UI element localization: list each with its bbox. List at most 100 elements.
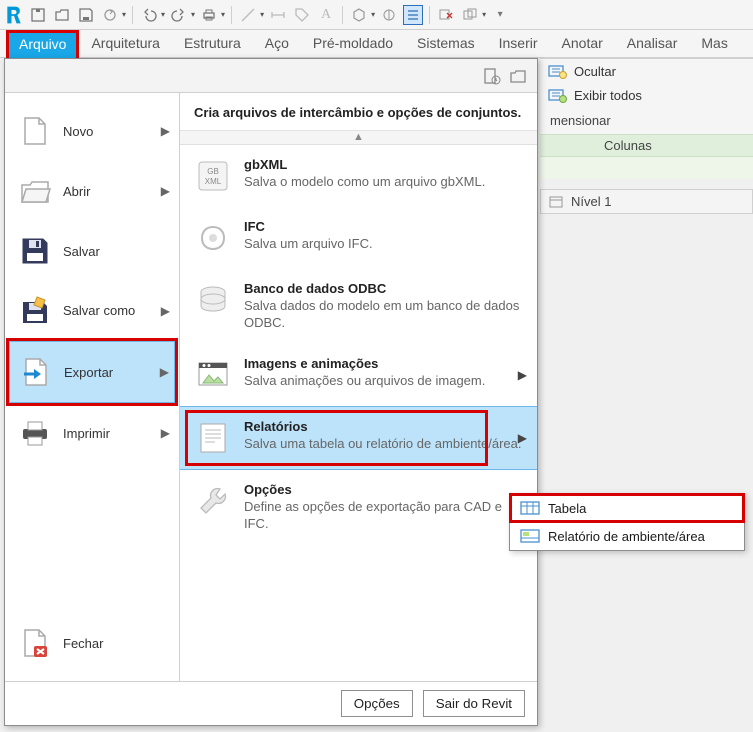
export-images[interactable]: Imagens e animaçõesSalva animações ou ar… bbox=[180, 344, 537, 406]
menu-salvar-label: Salvar bbox=[63, 244, 100, 259]
tab-premoldado[interactable]: Pré-moldado bbox=[301, 30, 405, 57]
menu-novo-label: Novo bbox=[63, 124, 93, 139]
submenu-relatorio-ambiente[interactable]: Relatório de ambiente/área bbox=[510, 522, 744, 550]
images-icon bbox=[194, 356, 232, 394]
export-options[interactable]: Opções Define as opções de exportação par… bbox=[180, 470, 537, 545]
show-all-icon bbox=[548, 87, 568, 103]
menu-imprimir[interactable]: Imprimir ▶ bbox=[9, 403, 175, 463]
3d-icon[interactable] bbox=[349, 5, 369, 25]
ifc-icon bbox=[194, 219, 232, 257]
menu-salvar-como-label: Salvar como bbox=[63, 304, 135, 319]
tab-estrutura[interactable]: Estrutura bbox=[172, 30, 253, 57]
ribbon-tabs: Arquivo Arquitetura Estrutura Aço Pré-mo… bbox=[0, 30, 753, 58]
submenu-tabela[interactable]: Tabela bbox=[510, 494, 744, 522]
switch-windows-icon[interactable] bbox=[460, 5, 480, 25]
chevron-right-icon: ▶ bbox=[160, 365, 169, 379]
level-label: Nível 1 bbox=[571, 194, 611, 209]
appmenu-right-column: Cria arquivos de intercâmbio e opções de… bbox=[180, 93, 537, 681]
print-icon[interactable] bbox=[199, 5, 219, 25]
menu-salvar-como[interactable]: Salvar como ▶ bbox=[9, 281, 175, 341]
menu-exportar-label: Exportar bbox=[64, 365, 113, 380]
menu-novo[interactable]: Novo ▶ bbox=[9, 101, 175, 161]
tab-sistemas[interactable]: Sistemas bbox=[405, 30, 487, 57]
tag-icon[interactable] bbox=[292, 5, 312, 25]
exibir-todos-button[interactable]: Exibir todos bbox=[540, 83, 753, 107]
measure-icon[interactable] bbox=[238, 5, 258, 25]
dimension-icon[interactable] bbox=[268, 5, 288, 25]
close-doc-icon bbox=[17, 625, 53, 661]
svg-text:GB: GB bbox=[207, 167, 219, 176]
recent-docs-icon[interactable] bbox=[483, 67, 501, 85]
menu-salvar[interactable]: Salvar bbox=[9, 221, 175, 281]
gbxml-desc: Salva o modelo como um arquivo gbXML. bbox=[244, 174, 485, 191]
export-header: Cria arquivos de intercâmbio e opções de… bbox=[180, 93, 537, 131]
appmenu-left-column: Novo ▶ Abrir ▶ Salvar Salvar como ▶ Expo… bbox=[5, 93, 180, 681]
ribbon-panel-right: Ocultar Exibir todos mensionar Colunas N… bbox=[540, 58, 753, 168]
tab-arquitetura[interactable]: Arquitetura bbox=[79, 30, 171, 57]
undo-icon[interactable] bbox=[139, 5, 159, 25]
thin-lines-icon[interactable] bbox=[403, 5, 423, 25]
sync-icon[interactable] bbox=[100, 5, 120, 25]
tab-analisar[interactable]: Analisar bbox=[615, 30, 690, 57]
tab-anotar[interactable]: Anotar bbox=[550, 30, 615, 57]
ocultar-label: Ocultar bbox=[574, 64, 616, 79]
scroll-up-hint[interactable]: ▲ bbox=[180, 131, 537, 145]
green-row-2 bbox=[540, 157, 753, 179]
customize-icon[interactable]: ▾ bbox=[490, 5, 510, 25]
appmenu-toolbar bbox=[5, 59, 537, 93]
redo-icon[interactable] bbox=[169, 5, 189, 25]
text-icon[interactable]: A bbox=[316, 5, 336, 25]
images-title: Imagens e animações bbox=[244, 356, 485, 371]
export-relatorios[interactable]: RelatóriosSalva uma tabela ou relatório … bbox=[180, 406, 537, 470]
report-icon bbox=[194, 419, 232, 457]
wrench-icon bbox=[194, 482, 232, 520]
level-icon bbox=[549, 195, 565, 209]
appmenu-footer: Opções Sair do Revit bbox=[5, 681, 537, 725]
ifc-title: IFC bbox=[244, 219, 373, 234]
tab-mas[interactable]: Mas bbox=[689, 30, 739, 57]
quick-access-toolbar: ▾ ▾ ▾ ▾ ▾ A ▾ ▾ ▾ bbox=[0, 0, 753, 30]
odbc-title: Banco de dados ODBC bbox=[244, 281, 523, 296]
relatorios-submenu: Tabela Relatório de ambiente/área bbox=[509, 493, 745, 551]
tab-arquivo[interactable]: Arquivo bbox=[6, 30, 79, 58]
export-icon bbox=[18, 354, 54, 390]
tab-inserir[interactable]: Inserir bbox=[487, 30, 550, 57]
colunas-row[interactable]: Colunas bbox=[540, 134, 753, 157]
tab-aco[interactable]: Aço bbox=[253, 30, 301, 57]
opcoes-button[interactable]: Opções bbox=[341, 690, 413, 717]
section-icon[interactable] bbox=[379, 5, 399, 25]
area-report-icon bbox=[520, 528, 540, 544]
ocultar-button[interactable]: Ocultar bbox=[540, 59, 753, 83]
close-window-icon[interactable] bbox=[436, 5, 456, 25]
save-icon[interactable] bbox=[76, 5, 96, 25]
open-icon[interactable] bbox=[52, 5, 72, 25]
panel-section-label: mensionar bbox=[540, 107, 753, 134]
options-title: Opções bbox=[244, 482, 523, 497]
printer-icon bbox=[17, 415, 53, 451]
menu-fechar[interactable]: Fechar bbox=[9, 613, 175, 673]
hide-icon bbox=[548, 63, 568, 79]
relatorios-desc: Salva uma tabela ou relatório de ambient… bbox=[244, 436, 522, 453]
database-icon bbox=[194, 281, 232, 319]
export-gbxml[interactable]: GBXML gbXMLSalva o modelo como um arquiv… bbox=[180, 145, 537, 207]
odbc-desc: Salva dados do modelo em um banco de dad… bbox=[244, 298, 523, 332]
save-disk-icon bbox=[17, 233, 53, 269]
open-docs-icon[interactable] bbox=[509, 67, 527, 85]
export-ifc[interactable]: IFCSalva um arquivo IFC. bbox=[180, 207, 537, 269]
export-list: GBXML gbXMLSalva o modelo como um arquiv… bbox=[180, 145, 537, 681]
chevron-right-icon: ▶ bbox=[518, 368, 527, 382]
new-icon[interactable] bbox=[28, 5, 48, 25]
chevron-right-icon: ▶ bbox=[161, 304, 170, 318]
menu-exportar[interactable]: Exportar ▶ bbox=[9, 341, 175, 403]
export-odbc[interactable]: Banco de dados ODBC Salva dados do modelo… bbox=[180, 269, 537, 344]
chevron-right-icon: ▶ bbox=[161, 124, 170, 138]
chevron-right-icon: ▶ bbox=[161, 184, 170, 198]
options-desc: Define as opções de exportação para CAD … bbox=[244, 499, 523, 533]
tabela-label: Tabela bbox=[548, 501, 586, 516]
menu-abrir-label: Abrir bbox=[63, 184, 90, 199]
sair-button[interactable]: Sair do Revit bbox=[423, 690, 525, 717]
chevron-right-icon: ▶ bbox=[518, 431, 527, 445]
exibir-todos-label: Exibir todos bbox=[574, 88, 642, 103]
menu-abrir[interactable]: Abrir ▶ bbox=[9, 161, 175, 221]
view-level-bar[interactable]: Nível 1 bbox=[540, 189, 753, 214]
